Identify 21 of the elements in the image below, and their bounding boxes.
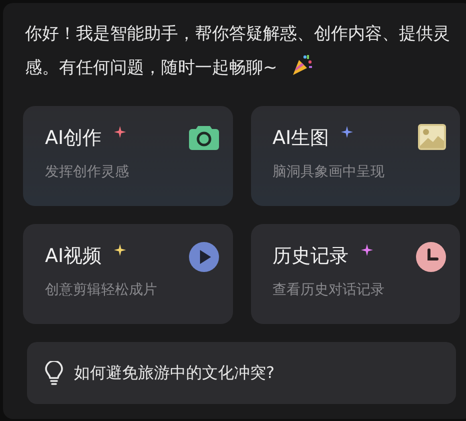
feature-card[interactable]: AI视频 创意剪辑轻松成片: [23, 224, 232, 324]
card-subtitle: 创意剪辑轻松成片: [45, 281, 157, 300]
lightbulb-icon: [44, 361, 64, 385]
feature-card[interactable]: AI创作 发挥创作灵感: [23, 106, 232, 206]
image-icon: [418, 124, 446, 150]
card-subtitle: 发挥创作灵感: [45, 163, 129, 182]
feature-card[interactable]: AI生图 脑洞具象画中呈现: [250, 106, 460, 206]
card-title: AI视频: [45, 244, 102, 269]
camera-icon: [188, 124, 218, 150]
suggestion-text: 如何避免旅游中的文化冲突?: [74, 362, 274, 384]
suggestion-chip[interactable]: 如何避免旅游中的文化冲突?: [27, 342, 456, 404]
clock-icon: [416, 242, 446, 272]
card-subtitle: 查看历史对话记录: [272, 281, 384, 300]
party-popper-icon: [291, 54, 314, 76]
card-title: AI创作: [45, 126, 102, 151]
greeting-text: 你好！我是智能助手，帮你答疑解惑、创作内容、提供灵感。有任何问题，随时一起畅聊~: [24, 23, 451, 80]
card-title: 历史记录: [272, 244, 348, 269]
feature-card[interactable]: 历史记录 查看历史对话记录: [250, 224, 460, 324]
card-subtitle: 脑洞具象画中呈现: [272, 163, 384, 182]
card-title: AI生图: [272, 126, 330, 151]
play-icon: [188, 242, 218, 272]
